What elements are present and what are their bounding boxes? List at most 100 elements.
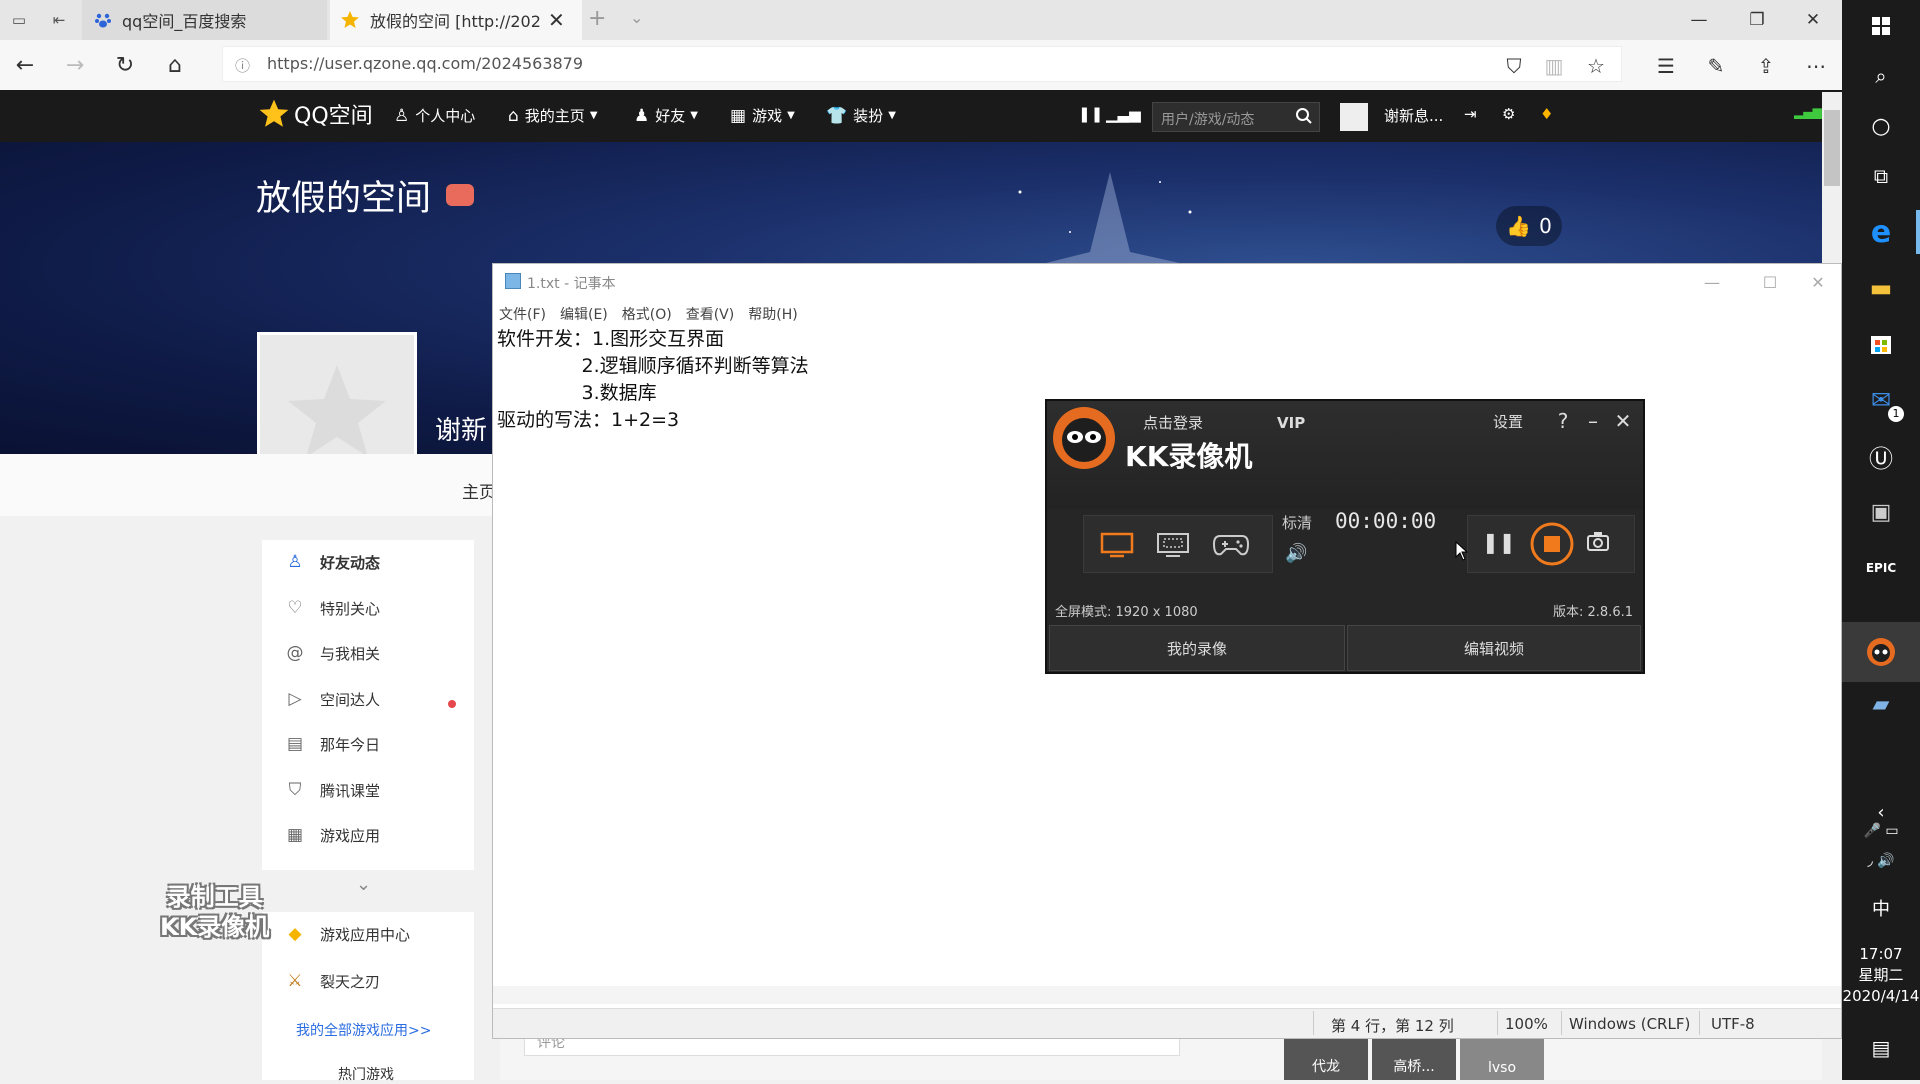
kk-login-link[interactable]: 点击登录 [1143, 412, 1203, 433]
notepad-minimize-icon[interactable]: — [1689, 268, 1735, 296]
chevron-down-icon[interactable]: ⌄ [356, 874, 371, 895]
menu-edit[interactable]: 编辑(E) [560, 304, 608, 324]
nav-games[interactable]: ▦ 游戏 ▼ [730, 105, 795, 126]
tab-home[interactable]: 主页 [462, 478, 496, 503]
input-language[interactable]: 中 [1842, 895, 1920, 921]
nav-personal-center[interactable]: ♙ 个人中心 [394, 105, 475, 126]
menu-game-blade[interactable]: ⚔ 裂天之刃 [262, 959, 474, 1003]
qzone-logo[interactable]: QQ空间 [258, 98, 373, 130]
menu-this-day[interactable]: ▤ 那年今日 [262, 722, 474, 766]
search-icon[interactable]: ⌕ [1842, 50, 1920, 102]
close-tab-icon[interactable]: ✕ [548, 8, 565, 32]
user-name-short[interactable]: 谢新息... [1384, 105, 1443, 126]
set-aside-tabs-icon[interactable]: ⇤ [46, 8, 72, 32]
notepad-horizontal-scrollbar[interactable] [493, 986, 1841, 1004]
scrollbar-thumb[interactable] [1824, 110, 1840, 186]
tab-qzone[interactable]: 放假的空间 [http://2024 ✕ [330, 0, 582, 40]
tab-baidu-search[interactable]: qq空间_百度搜索 [82, 0, 327, 40]
refresh-icon[interactable]: ↻ [108, 50, 142, 80]
pen-icon[interactable]: ✎ [1700, 52, 1732, 80]
diamond-icon[interactable]: ♦ [1540, 105, 1553, 123]
nav-dress-up[interactable]: 👕 装扮 ▼ [826, 105, 896, 126]
tab-preview-chevron-icon[interactable]: ⌄ [630, 8, 643, 27]
menu-friend-feed[interactable]: ♙ 好友动态 [262, 540, 474, 584]
menu-special-care[interactable]: ♡ 特别关心 [262, 586, 474, 630]
menu-related-to-me[interactable]: @ 与我相关 [262, 631, 474, 675]
home-icon[interactable]: ⌂ [158, 50, 192, 80]
pause-icon[interactable]: ❚❚ [1482, 530, 1516, 554]
edit-video-button[interactable]: 编辑视频 [1347, 625, 1641, 671]
file-explorer-icon[interactable]: ▬ [1842, 262, 1920, 314]
minimize-icon[interactable]: — [1676, 6, 1722, 34]
share-icon[interactable]: ⇪ [1750, 52, 1782, 80]
menu-help[interactable]: 帮助(H) [748, 304, 797, 324]
remote-desktop-icon[interactable]: ▣ [1842, 486, 1920, 538]
task-view-icon[interactable]: ⧉ [1842, 150, 1920, 202]
reading-view-icon[interactable]: ▥ [1538, 52, 1570, 80]
pause-music-icon[interactable]: ❚❚ [1078, 105, 1103, 123]
speaker-icon[interactable]: 🔊 [1285, 543, 1307, 564]
url-text[interactable]: https://user.qzone.qq.com/2024563879 [267, 54, 583, 73]
info-icon[interactable]: ⓘ [235, 55, 250, 76]
kk-minimize-icon[interactable]: – [1579, 407, 1607, 435]
menu-game-center[interactable]: ◆ 游戏应用中心 [262, 912, 474, 956]
menu-space-expert[interactable]: ▷ 空间达人 [262, 677, 474, 721]
kk-recorder-taskbar-icon[interactable] [1842, 622, 1920, 682]
system-tray-icons[interactable]: 🎤 ▭ [1842, 816, 1920, 846]
notepad-text-area[interactable]: 软件开发：1.图形交互界面 2.逻辑顺序循环判断等算法 3.数据库 驱动的写法：… [497, 326, 809, 434]
menu-file[interactable]: 文件(F) [499, 304, 546, 324]
kk-close-icon[interactable]: ✕ [1609, 407, 1637, 435]
logout-icon[interactable]: ⇥ [1464, 105, 1477, 123]
favorites-list-icon[interactable]: ☰ [1650, 52, 1682, 80]
my-recordings-button[interactable]: 我的录像 [1049, 625, 1345, 671]
menu-game-apps[interactable]: ▦ 游戏应用 [262, 813, 474, 857]
nav-friends[interactable]: ♟ 好友 ▼ [634, 105, 698, 126]
menu-format[interactable]: 格式(O) [622, 304, 672, 324]
record-button[interactable] [1530, 522, 1574, 566]
shield-icon[interactable]: ⛉ [1498, 52, 1530, 80]
kk-vip-link[interactable]: VIP [1277, 414, 1305, 432]
back-icon[interactable]: ← [8, 50, 42, 80]
cortana-icon[interactable]: ○ [1842, 100, 1920, 152]
game-thumb[interactable]: 代龙 [1284, 1038, 1368, 1080]
user-avatar-small[interactable] [1340, 103, 1368, 131]
kk-help-icon[interactable]: ? [1549, 407, 1577, 435]
restore-icon[interactable]: ❐ [1734, 6, 1780, 34]
new-tab-icon[interactable]: + [588, 6, 606, 31]
like-button[interactable]: 👍 0 [1496, 206, 1562, 246]
close-window-icon[interactable]: ✕ [1790, 6, 1836, 34]
qzone-search-box[interactable]: 用户/游戏/动态 [1152, 102, 1320, 132]
kk-quality[interactable]: 标清 [1282, 512, 1312, 533]
gear-icon[interactable]: ⚙ [1502, 105, 1515, 123]
search-icon[interactable] [1295, 107, 1313, 125]
menu-tencent-class[interactable]: ⛉ 腾讯课堂 [262, 768, 474, 812]
tab-sets-icon[interactable]: ▭ [6, 8, 32, 32]
favorite-star-icon[interactable]: ☆ [1580, 52, 1612, 80]
fullscreen-mode-icon[interactable] [1100, 532, 1134, 558]
game-thumb[interactable]: 高桥... [1372, 1038, 1456, 1080]
search-input[interactable]: 用户/游戏/动态 [1161, 109, 1254, 129]
network-volume-icons[interactable]: ◞ 🔊 [1842, 846, 1920, 876]
notepad-maximize-icon[interactable]: ☐ [1747, 268, 1793, 296]
epic-games-icon[interactable]: EPIC [1842, 542, 1920, 594]
store-icon[interactable] [1842, 318, 1920, 370]
more-icon[interactable]: ⋯ [1800, 52, 1832, 80]
all-games-link[interactable]: 我的全部游戏应用>> [296, 1020, 431, 1040]
menu-view[interactable]: 查看(V) [686, 304, 735, 324]
notepad-close-icon[interactable]: ✕ [1795, 268, 1841, 296]
region-mode-icon[interactable] [1156, 532, 1190, 558]
kk-settings-link[interactable]: 设置 [1493, 411, 1523, 432]
unreal-engine-icon[interactable]: Ⓤ [1842, 430, 1920, 482]
windows-start-icon[interactable] [1842, 0, 1920, 52]
mail-icon[interactable]: ✉ [1842, 374, 1920, 426]
address-bar[interactable]: ⓘ https://user.qzone.qq.com/2024563879 [222, 46, 1622, 82]
game-thumb[interactable]: lvso [1460, 1038, 1544, 1080]
clock[interactable]: 17:07 星期二 2020/4/14 [1842, 944, 1920, 1007]
notepad-taskbar-icon[interactable]: ▰ [1842, 678, 1920, 730]
action-center-icon[interactable]: ▤ [1842, 1022, 1920, 1074]
edge-browser-icon[interactable]: e [1842, 206, 1920, 258]
nav-my-home[interactable]: ⌂ 我的主页 ▼ [508, 105, 598, 126]
game-mode-icon[interactable] [1212, 530, 1250, 558]
camera-icon[interactable] [1586, 530, 1610, 552]
forward-icon[interactable]: → [58, 50, 92, 80]
